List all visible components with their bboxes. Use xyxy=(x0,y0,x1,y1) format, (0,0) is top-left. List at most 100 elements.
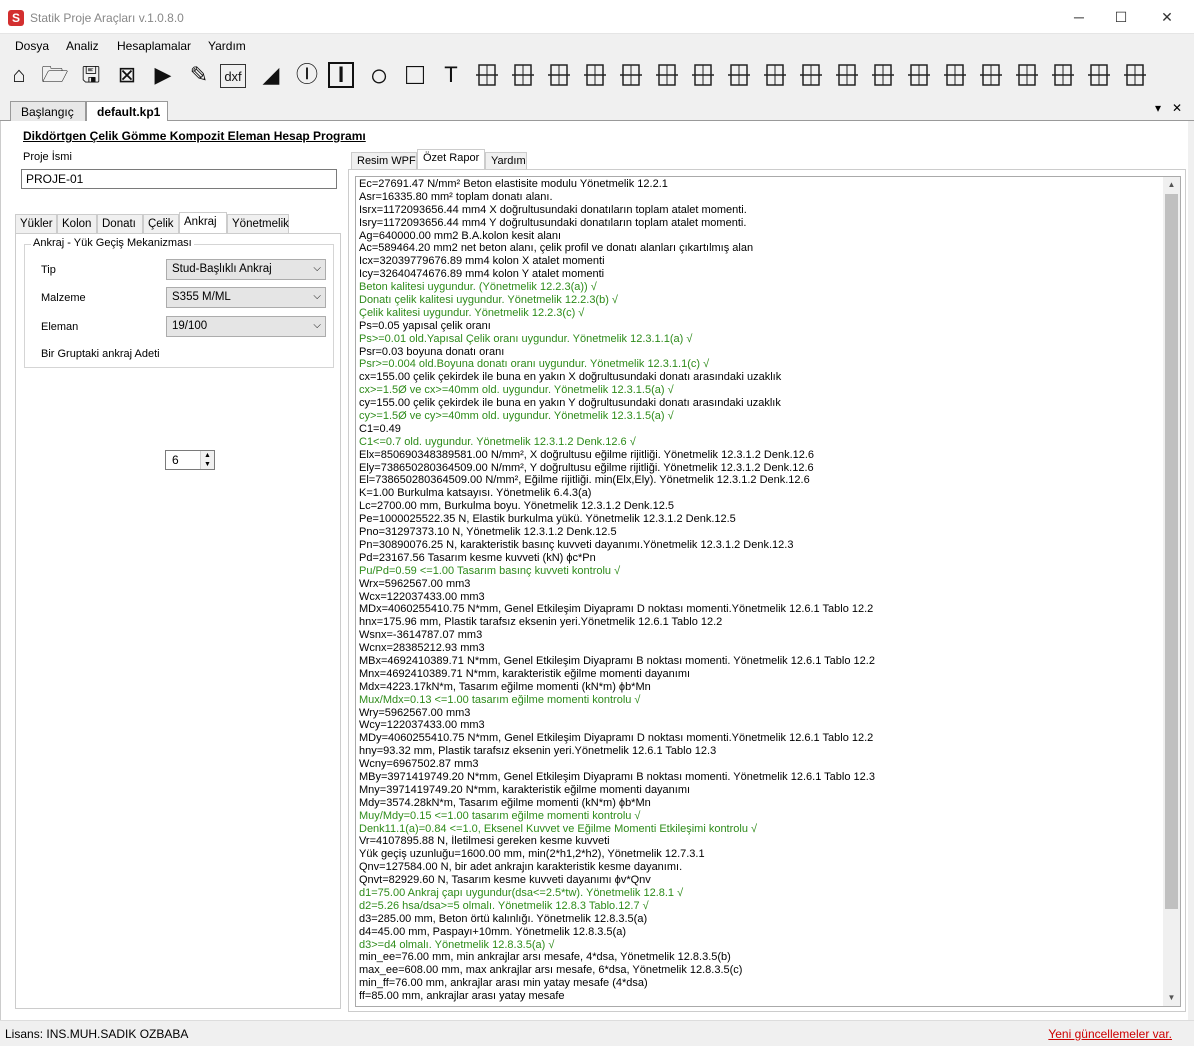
title-bar: S Statik Proje Araçları v.1.0.8.0 ─ ☐ ✕ xyxy=(0,0,1194,34)
tab-kolon[interactable]: Kolon xyxy=(57,214,97,234)
report-line: Mny=3971419749.20 N*mm, karakteristik eğ… xyxy=(359,783,691,796)
menu-analiz[interactable]: Analiz xyxy=(66,39,99,53)
tab-yardim[interactable]: Yardım xyxy=(485,152,527,170)
report-line: Ps>=0.01 old.Yapısal Çelik oranı uygundu… xyxy=(359,332,693,345)
update-link[interactable]: Yeni güncellemeler var. xyxy=(1048,1027,1172,1041)
type-value: Stud-Başlıklı Ankraj xyxy=(172,263,272,275)
element-select[interactable]: 19/100 ⌵ xyxy=(166,316,326,337)
tab-dropdown-icon[interactable]: ▾ xyxy=(1155,101,1161,115)
report-scrollbar[interactable]: ▲ ▼ xyxy=(1163,177,1180,1006)
u-section-icon[interactable] xyxy=(1048,60,1078,90)
report-line: Wry=5962567.00 mm3 xyxy=(359,706,471,719)
double-angle-icon[interactable] xyxy=(724,60,754,90)
report-line: min_ee=76.00 mm, min ankrajlar arsı mesa… xyxy=(359,951,731,964)
play-icon[interactable]: ▶ xyxy=(148,60,178,90)
anchor-count-label: Bir Gruptaki ankraj Adeti xyxy=(41,348,160,360)
bolt-group-icon[interactable] xyxy=(1012,60,1042,90)
save-icon[interactable]: 🖫 xyxy=(76,60,106,90)
report-line: MDy=4060255410.75 N*mm, Genel Etkileşim … xyxy=(359,732,874,745)
beam-plate-icon[interactable] xyxy=(580,60,610,90)
dxf-icon[interactable]: dxf xyxy=(220,64,246,88)
maximize-button[interactable]: ☐ xyxy=(1098,0,1144,34)
toolbar: ⌂ 🗁 🖫 ⊠ ▶ ✎ dxf ◢ Ⓘ I ○ □ T xyxy=(0,58,1194,96)
tab-celik[interactable]: Çelik xyxy=(143,214,179,234)
report-line: Mnx=4692410389.71 N*mm, karakteristik eğ… xyxy=(359,667,691,680)
stepper-arrows-icon[interactable]: ▲ ▼ xyxy=(200,451,214,469)
home-icon[interactable]: ⌂ xyxy=(4,60,34,90)
minimize-button[interactable]: ─ xyxy=(1056,0,1102,34)
report-textbox[interactable]: Ec=27691.47 N/mm² Beton elastisite modul… xyxy=(355,176,1181,1007)
report-line: El=738650280364509.00 N/mm², Eğilme riji… xyxy=(359,474,810,487)
tab-default-kp1[interactable]: default.kp1 xyxy=(86,101,168,122)
open-folder-icon[interactable]: 🗁 xyxy=(40,60,70,90)
scroll-up-icon[interactable]: ▲ xyxy=(1163,177,1180,193)
material-select[interactable]: S355 M/ML ⌵ xyxy=(166,287,326,308)
scroll-down-icon[interactable]: ▼ xyxy=(1163,990,1180,1006)
i-section-round-icon[interactable]: Ⓘ xyxy=(292,60,322,90)
tab-ozet-rapor[interactable]: Özet Rapor xyxy=(417,149,485,170)
tab-resim-wpf[interactable]: Resim WPF xyxy=(351,152,417,170)
t-beam-icon[interactable]: T xyxy=(436,60,466,90)
window-title: Statik Proje Araçları v.1.0.8.0 xyxy=(30,11,184,25)
report-line: Wcny=6967502.87 mm3 xyxy=(359,758,479,771)
close-button[interactable]: ✕ xyxy=(1144,0,1190,34)
menu-hesaplamalar[interactable]: Hesaplamalar xyxy=(117,39,191,53)
beam-connection-icon[interactable] xyxy=(544,60,574,90)
tab-donati[interactable]: Donatı xyxy=(97,214,143,234)
tab-close-icon[interactable]: ✕ xyxy=(1172,101,1182,115)
report-panel: Ec=27691.47 N/mm² Beton elastisite modul… xyxy=(348,169,1186,1012)
report-line: Beton kalitesi uygundur. (Yönetmelik 12.… xyxy=(359,281,597,294)
t-section-icon[interactable] xyxy=(1084,60,1114,90)
web-icon[interactable] xyxy=(832,60,862,90)
tab-baslangic[interactable]: Başlangıç xyxy=(10,101,86,121)
type-select[interactable]: Stud-Başlıklı Ankraj ⌵ xyxy=(166,259,326,280)
report-line: Yük geçiş uzunluğu=1600.00 mm, min(2*h1,… xyxy=(359,848,705,861)
report-line: Psr>=0.004 old.Boyuna donatı oranı uygun… xyxy=(359,358,710,371)
project-name-label: Proje İsmi xyxy=(23,151,72,163)
shape-icon[interactable]: ◢ xyxy=(256,60,286,90)
report-line: hny=93.32 mm, Plastik tarafsız eksenin y… xyxy=(359,745,717,758)
report-line: C1=0.49 xyxy=(359,422,401,435)
edit-icon[interactable]: ✎ xyxy=(184,60,214,90)
report-line: d3=285.00 mm, Beton örtü kalınlığı. Yöne… xyxy=(359,912,648,925)
column-icon[interactable] xyxy=(472,60,502,90)
end-plate-icon[interactable] xyxy=(868,60,898,90)
flange-icon[interactable] xyxy=(796,60,826,90)
report-line: Icy=32640474676.89 mm4 kolon Y atalet mo… xyxy=(359,268,605,281)
tab-yukler[interactable]: Yükler xyxy=(15,214,57,234)
report-line: Ec=27691.47 N/mm² Beton elastisite modul… xyxy=(359,178,668,190)
column-k-icon[interactable] xyxy=(508,60,538,90)
report-line: ff=85.00 mm, ankrajlar arası yatay mesaf… xyxy=(359,990,565,1003)
i-section-box-icon[interactable]: I xyxy=(328,62,354,88)
menu-yardim[interactable]: Yardım xyxy=(208,39,246,53)
report-line: Psr=0.03 boyuna donatı oranı xyxy=(359,345,505,358)
rectangle-section-icon[interactable]: □ xyxy=(400,60,430,90)
project-name-input[interactable]: PROJE-01 xyxy=(21,169,337,189)
stiffener-icon[interactable] xyxy=(904,60,934,90)
scroll-thumb[interactable] xyxy=(1165,194,1178,909)
circle-section-icon[interactable]: ○ xyxy=(364,59,394,91)
report-line: Qnv=127584.00 N, bir adet ankrajın karak… xyxy=(359,861,683,874)
report-line: Muy/Mdy=0.15 <=1.00 tasarım eğilme momen… xyxy=(359,809,641,822)
element-value: 19/100 xyxy=(172,320,208,332)
report-line: Mdy=3574.28kN*m, Tasarım eğilme momenti … xyxy=(359,796,651,809)
gusset-icon[interactable] xyxy=(940,60,970,90)
anchor-panel: Ankraj - Yük Geçiş Mekanizması Tip Stud-… xyxy=(15,233,341,1009)
h-section-icon[interactable] xyxy=(1120,60,1150,90)
bolt-row-icon[interactable] xyxy=(760,60,790,90)
menu-dosya[interactable]: Dosya xyxy=(15,39,49,53)
report-line: Ely=738650280364509.00 N/mm², Y doğrultu… xyxy=(359,461,814,474)
moment-connection-icon[interactable] xyxy=(616,60,646,90)
splice-icon[interactable] xyxy=(688,60,718,90)
anchor-count-value: 6 xyxy=(172,453,179,467)
export-icon[interactable]: ⊠ xyxy=(112,60,142,90)
column-base-icon[interactable] xyxy=(652,60,682,90)
report-line: d1=75.00 Ankraj çapı uygundur(dsa<=2.5*t… xyxy=(359,886,684,899)
report-line: cy>=1.5Ø ve cy>=40mm old. uygundur. Yöne… xyxy=(359,410,674,423)
tab-yonetmelik[interactable]: Yönetmelik xyxy=(227,214,289,234)
bracket-icon[interactable] xyxy=(976,60,1006,90)
anchor-count-stepper[interactable]: 6 ▲ ▼ xyxy=(165,450,215,470)
report-line: Ps=0.05 yapısal çelik oranı xyxy=(359,319,491,332)
status-bar: Lisans: INS.MUH.SADIK OZBABA Yeni güncel… xyxy=(0,1020,1194,1046)
tab-ankraj[interactable]: Ankraj xyxy=(179,212,227,234)
